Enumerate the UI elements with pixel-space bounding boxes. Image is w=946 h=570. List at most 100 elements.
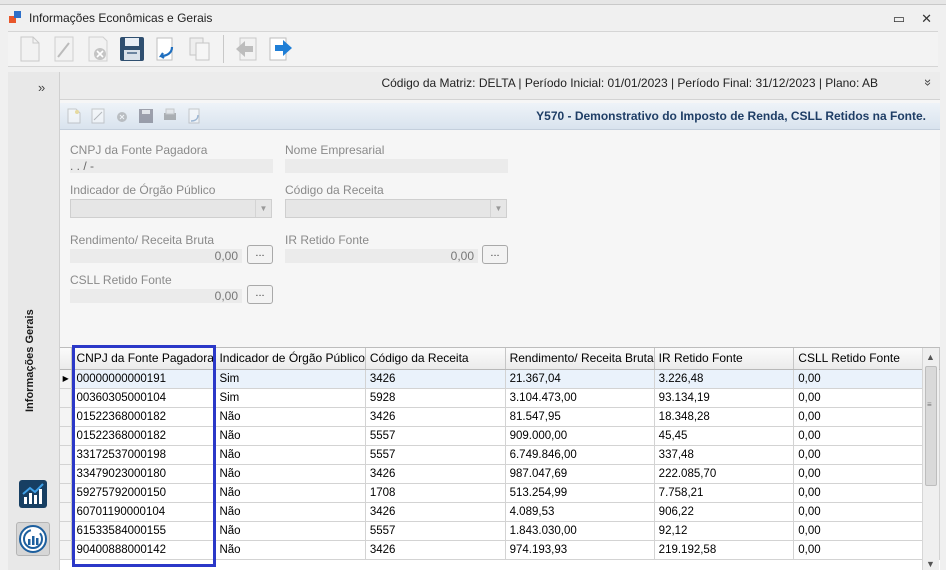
header-expand-button[interactable]: »	[921, 79, 936, 86]
rendimento-ellipsis-button[interactable]: ...	[247, 245, 273, 264]
table-row[interactable]: 00360305000104 Sim 5928 3.104.473,00 93.134,…	[60, 388, 940, 408]
close-button[interactable]: ✕	[921, 11, 932, 27]
save-icon[interactable]	[118, 34, 146, 64]
sidebar-collapse-button[interactable]: »	[38, 80, 45, 95]
cell-csll[interactable]: 0,00	[793, 407, 940, 427]
delete-icon[interactable]	[84, 34, 112, 64]
cell-ir[interactable]: 337,48	[654, 445, 795, 465]
inner-edit-icon[interactable]	[90, 108, 106, 124]
cell-ir[interactable]: 45,45	[654, 426, 795, 446]
cell-orgao[interactable]: Não	[214, 502, 366, 522]
row-selector[interactable]	[60, 426, 73, 446]
cell-cnpj[interactable]: 90400888000142	[71, 540, 216, 560]
table-row[interactable]: 60701190000104 Não 3426 4.089,53 906,22 0,00	[60, 502, 940, 522]
table-row[interactable]: ▶ 00000000000191 Sim 3426 21.367,04 3.226,48 0…	[60, 369, 940, 389]
row-selector[interactable]	[60, 388, 73, 408]
chart-icon[interactable]	[16, 477, 50, 511]
chevron-down-icon[interactable]: ▼	[490, 200, 506, 217]
codigo-receita-select[interactable]: ▼	[285, 199, 507, 218]
back-icon[interactable]	[233, 34, 261, 64]
cell-csll[interactable]: 0,00	[793, 426, 940, 446]
refresh-chart-icon[interactable]	[16, 522, 50, 556]
cell-ir[interactable]: 219.192,58	[654, 540, 795, 560]
table-row[interactable]: 01522368000182 Não 5557 909.000,00 45,45 0,00	[60, 426, 940, 446]
copy-icon[interactable]	[186, 34, 214, 64]
cell-cnpj[interactable]: 60701190000104	[71, 502, 216, 522]
cell-cnpj[interactable]: 59275792000150	[71, 483, 216, 503]
ir-retido-ellipsis-button[interactable]: ...	[482, 245, 508, 264]
row-selector[interactable]	[60, 521, 73, 541]
cell-rendimento[interactable]: 909.000,00	[505, 426, 655, 446]
inner-print-icon[interactable]	[162, 108, 178, 124]
inner-undo-icon[interactable]	[186, 108, 202, 124]
chevron-down-icon[interactable]: ▼	[255, 200, 271, 217]
cell-orgao[interactable]: Não	[214, 521, 366, 541]
csll-retido-ellipsis-button[interactable]: ...	[247, 285, 273, 304]
minimize-button[interactable]: ▭	[893, 11, 905, 27]
orgao-publico-select[interactable]: ▼	[70, 199, 272, 218]
cell-receita[interactable]: 3426	[365, 464, 506, 484]
cell-receita[interactable]: 5928	[365, 388, 506, 408]
cell-orgao[interactable]: Não	[214, 426, 366, 446]
row-selector[interactable]	[60, 540, 73, 560]
cell-orgao[interactable]: Não	[214, 483, 366, 503]
cell-rendimento[interactable]: 4.089,53	[505, 502, 655, 522]
new-icon[interactable]	[16, 34, 44, 64]
scroll-up-icon[interactable]: ▲	[926, 352, 935, 362]
table-row[interactable]: 61533584000155 Não 5557 1.843.030,00 92,12 0,…	[60, 521, 940, 541]
cell-receita[interactable]: 5557	[365, 445, 506, 465]
row-selector[interactable]	[60, 407, 73, 427]
cell-csll[interactable]: 0,00	[793, 369, 940, 389]
row-selector[interactable]	[60, 502, 73, 522]
undo-icon[interactable]	[152, 34, 180, 64]
cell-rendimento[interactable]: 6.749.846,00	[505, 445, 655, 465]
cell-receita[interactable]: 5557	[365, 521, 506, 541]
cell-rendimento[interactable]: 513.254,99	[505, 483, 655, 503]
cell-csll[interactable]: 0,00	[793, 502, 940, 522]
row-selector[interactable]: ▶	[60, 369, 73, 389]
cell-receita[interactable]: 1708	[365, 483, 506, 503]
cell-ir[interactable]: 18.348,28	[654, 407, 795, 427]
sidebar-section-label[interactable]: Informações Gerais	[24, 309, 36, 412]
scroll-thumb[interactable]	[925, 366, 937, 486]
cell-rendimento[interactable]: 1.843.030,00	[505, 521, 655, 541]
cell-cnpj[interactable]: 33479023000180	[71, 464, 216, 484]
cell-cnpj[interactable]: 00000000000191	[71, 369, 216, 389]
col-header-receita[interactable]: Código da Receita	[365, 348, 506, 370]
cell-rendimento[interactable]: 987.047,69	[505, 464, 655, 484]
forward-icon[interactable]	[267, 34, 295, 64]
cell-receita[interactable]: 3426	[365, 540, 506, 560]
cell-cnpj[interactable]: 33172537000198	[71, 445, 216, 465]
inner-save-icon[interactable]	[138, 108, 154, 124]
cell-ir[interactable]: 222.085,70	[654, 464, 795, 484]
nome-empresarial-input[interactable]	[285, 159, 508, 173]
cell-cnpj[interactable]: 61533584000155	[71, 521, 216, 541]
cell-orgao[interactable]: Não	[214, 445, 366, 465]
cell-rendimento[interactable]: 21.367,04	[505, 369, 655, 389]
inner-new-icon[interactable]	[66, 108, 82, 124]
cell-rendimento[interactable]: 974.193,93	[505, 540, 655, 560]
cell-orgao[interactable]: Sim	[214, 388, 366, 408]
cnpj-input[interactable]: . . / -	[70, 159, 273, 173]
cell-orgao[interactable]: Sim	[214, 369, 366, 389]
cell-csll[interactable]: 0,00	[793, 445, 940, 465]
cell-receita[interactable]: 5557	[365, 426, 506, 446]
cell-orgao[interactable]: Não	[214, 464, 366, 484]
col-header-orgao[interactable]: Indicador de Órgão Público	[214, 348, 366, 370]
cell-cnpj[interactable]: 00360305000104	[71, 388, 216, 408]
table-row[interactable]: 33172537000198 Não 5557 6.749.846,00 337,48 0…	[60, 445, 940, 465]
cell-csll[interactable]: 0,00	[793, 388, 940, 408]
cell-ir[interactable]: 93.134,19	[654, 388, 795, 408]
csll-retido-input[interactable]: 0,00	[70, 289, 242, 303]
cell-cnpj[interactable]: 01522368000182	[71, 407, 216, 427]
table-row[interactable]: 33479023000180 Não 3426 987.047,69 222.085,7…	[60, 464, 940, 484]
cell-ir[interactable]: 3.226,48	[654, 369, 795, 389]
cell-cnpj[interactable]: 01522368000182	[71, 426, 216, 446]
col-header-ir[interactable]: IR Retido Fonte	[654, 348, 795, 370]
cell-orgao[interactable]: Não	[214, 407, 366, 427]
cell-receita[interactable]: 3426	[365, 369, 506, 389]
inner-delete-icon[interactable]	[114, 108, 130, 124]
cell-ir[interactable]: 92,12	[654, 521, 795, 541]
cell-ir[interactable]: 906,22	[654, 502, 795, 522]
scroll-down-icon[interactable]: ▼	[926, 559, 935, 569]
